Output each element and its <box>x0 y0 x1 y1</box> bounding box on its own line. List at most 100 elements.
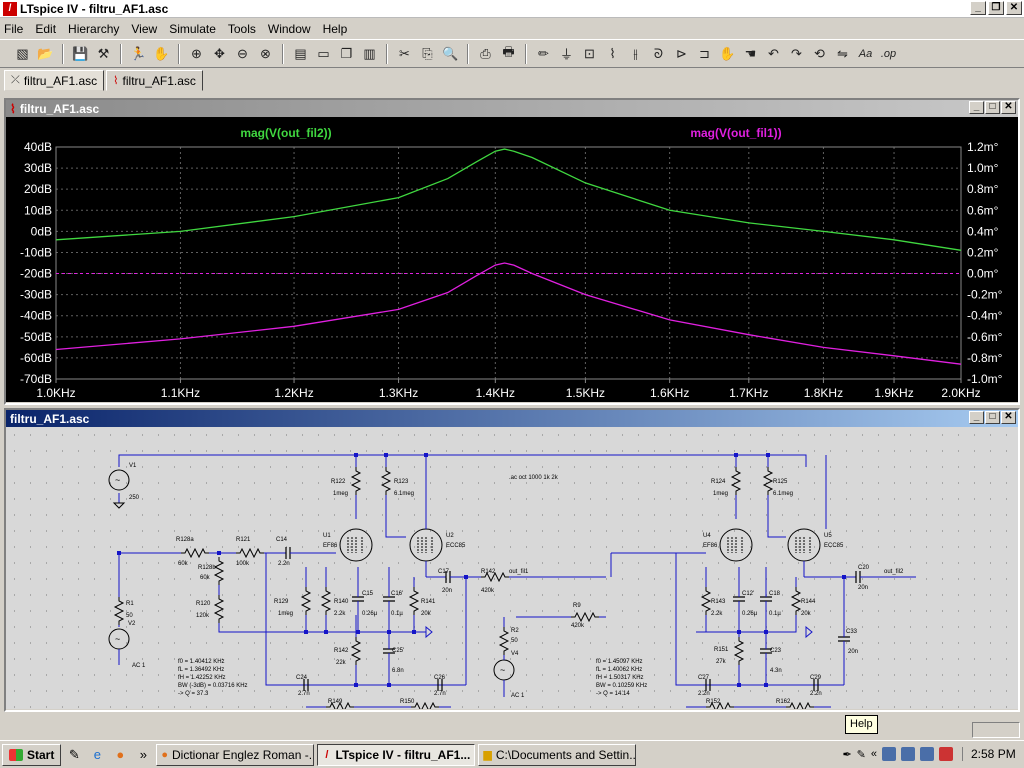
capacitor-symbol[interactable] <box>855 571 861 583</box>
capacitor-symbol[interactable] <box>838 636 850 642</box>
tray-security-icon[interactable] <box>939 747 953 761</box>
menu-hierarchy[interactable]: Hierarchy <box>68 22 119 36</box>
resistor-symbol[interactable] <box>236 547 264 559</box>
text-icon[interactable]: Aa <box>855 43 876 64</box>
resistor-symbol[interactable] <box>733 637 745 665</box>
drag-icon[interactable]: ☚ <box>740 43 761 64</box>
tray-tool-icon[interactable]: ✒ <box>842 748 851 761</box>
resistor-symbol[interactable] <box>730 467 742 495</box>
tray-volume-icon[interactable] <box>901 747 915 761</box>
save-icon[interactable]: 💾 <box>70 43 91 64</box>
waveform-plot[interactable]: 40dB 1.2m° 30dB 1.0m° 20dB 0.8m° 10dB 0.6m° 0dB 0… <box>6 117 1018 402</box>
resistor-symbol[interactable] <box>350 467 362 495</box>
quicklaunch-notepad-icon[interactable]: ✎ <box>64 745 84 765</box>
wire-icon[interactable]: ✏ <box>533 43 554 64</box>
schematic-canvas[interactable]: ~V1250R128a60kR121100kC142.2nR128b60kR12… <box>6 427 1018 709</box>
capacitor-symbol[interactable] <box>383 596 395 602</box>
quicklaunch-more-icon[interactable]: » <box>133 745 153 765</box>
resistor-symbol[interactable] <box>350 637 362 665</box>
inductor-icon[interactable]: ᘐ <box>648 43 669 64</box>
resistor-symbol[interactable] <box>300 587 312 615</box>
resistor-symbol[interactable] <box>320 587 332 615</box>
move-icon[interactable]: ✋ <box>717 43 738 64</box>
tray-antivirus-icon[interactable] <box>920 747 934 761</box>
tray-expand-icon[interactable]: « <box>871 748 877 760</box>
resistor-symbol[interactable] <box>380 467 392 495</box>
menu-help[interactable]: Help <box>323 22 348 36</box>
zoom-fit-icon[interactable]: ⊗ <box>255 43 276 64</box>
capacitor-symbol[interactable] <box>760 596 772 602</box>
close-button[interactable]: ✕ <box>1001 411 1016 424</box>
copy-icon[interactable]: ⎘ <box>417 43 438 64</box>
close-button[interactable]: ✕ <box>1006 1 1022 15</box>
print-preview-icon[interactable]: ⎙ <box>475 43 496 64</box>
menu-view[interactable]: View <box>131 22 157 36</box>
restore-button[interactable]: ❐ <box>988 1 1004 15</box>
capacitor-symbol[interactable] <box>733 596 745 602</box>
resistor-symbol[interactable] <box>213 557 225 585</box>
resistor-symbol[interactable] <box>408 587 420 615</box>
menu-file[interactable]: File <box>4 22 23 36</box>
resistor-symbol[interactable] <box>498 627 510 655</box>
capacitor-symbol[interactable] <box>285 547 291 559</box>
minimize-button[interactable]: _ <box>969 411 984 424</box>
resistor-symbol[interactable] <box>762 467 774 495</box>
ground-icon[interactable] <box>112 502 126 509</box>
capacitor-symbol[interactable] <box>352 596 364 602</box>
taskbar-item-explorer[interactable]: ▆ C:\Documents and Settin... <box>478 743 637 766</box>
tray-network-icon[interactable] <box>882 747 896 761</box>
quicklaunch-firefox-icon[interactable]: ● <box>110 745 130 765</box>
label-icon[interactable]: ⊡ <box>579 43 600 64</box>
resistor-symbol[interactable] <box>113 597 125 625</box>
zoom-out-icon[interactable]: ⊖ <box>232 43 253 64</box>
ground-icon[interactable] <box>805 625 813 639</box>
minimize-button[interactable]: _ <box>970 1 986 15</box>
menu-edit[interactable]: Edit <box>35 22 56 36</box>
rotate-icon[interactable]: ⟲ <box>809 43 830 64</box>
new-schematic-icon[interactable]: ▧ <box>12 43 33 64</box>
print-icon[interactable]: 🖶 <box>498 43 519 64</box>
quicklaunch-ie-icon[interactable]: e <box>87 745 107 765</box>
autorange-icon[interactable]: ▤ <box>290 43 311 64</box>
capacitor-icon[interactable]: ⫲ <box>625 43 646 64</box>
tab-schematic[interactable]: ⤫ filtru_AF1.asc <box>4 70 105 91</box>
zoom-in-icon[interactable]: ⊕ <box>186 43 207 64</box>
tray-script-icon[interactable]: ✎ <box>857 748 866 761</box>
taskbar-item-ltspice[interactable]: / LTspice IV - filtru_AF1... <box>317 743 476 766</box>
maximize-button[interactable]: □ <box>985 101 1000 114</box>
halt-icon[interactable]: ✋ <box>151 43 172 64</box>
taskbar-item-firefox[interactable]: ● Dictionar Englez Roman -... <box>156 743 315 766</box>
resistor-symbol[interactable] <box>181 547 209 559</box>
resistor-symbol[interactable] <box>411 701 439 709</box>
minimize-button[interactable]: _ <box>969 101 984 114</box>
menu-tools[interactable]: Tools <box>228 22 256 36</box>
redo-icon[interactable]: ↷ <box>786 43 807 64</box>
cut-icon[interactable]: ✂ <box>394 43 415 64</box>
resistor-symbol[interactable] <box>700 587 712 615</box>
start-button[interactable]: Start <box>2 743 62 766</box>
cascade-icon[interactable]: ❐ <box>336 43 357 64</box>
menu-simulate[interactable]: Simulate <box>169 22 216 36</box>
resistor-symbol[interactable] <box>213 595 225 623</box>
run-icon[interactable]: 🏃 <box>128 43 149 64</box>
undo-icon[interactable]: ↶ <box>763 43 784 64</box>
resistor-symbol[interactable] <box>571 611 599 623</box>
resistor-icon[interactable]: ⌇ <box>602 43 623 64</box>
diode-icon[interactable]: ⊳ <box>671 43 692 64</box>
spice-directive-icon[interactable]: .op <box>878 43 899 64</box>
menu-window[interactable]: Window <box>268 22 311 36</box>
ground-icon[interactable] <box>425 625 433 639</box>
find-icon[interactable]: 🔍 <box>440 43 461 64</box>
pan-icon[interactable]: ✥ <box>209 43 230 64</box>
mirror-icon[interactable]: ⇋ <box>832 43 853 64</box>
control-panel-icon[interactable]: ⚒ <box>93 43 114 64</box>
ground-icon[interactable]: ⏚ <box>556 43 577 64</box>
tile-horizontal-icon[interactable]: ▭ <box>313 43 334 64</box>
taskbar-item-label: LTspice IV - filtru_AF1... <box>335 747 471 762</box>
component-icon[interactable]: ⊐ <box>694 43 715 64</box>
tile-vertical-icon[interactable]: ▥ <box>359 43 380 64</box>
close-button[interactable]: ✕ <box>1001 101 1016 114</box>
tab-waveform[interactable]: ⌇ filtru_AF1.asc <box>106 70 203 91</box>
open-icon[interactable]: 📂 <box>35 43 56 64</box>
maximize-button[interactable]: □ <box>985 411 1000 424</box>
